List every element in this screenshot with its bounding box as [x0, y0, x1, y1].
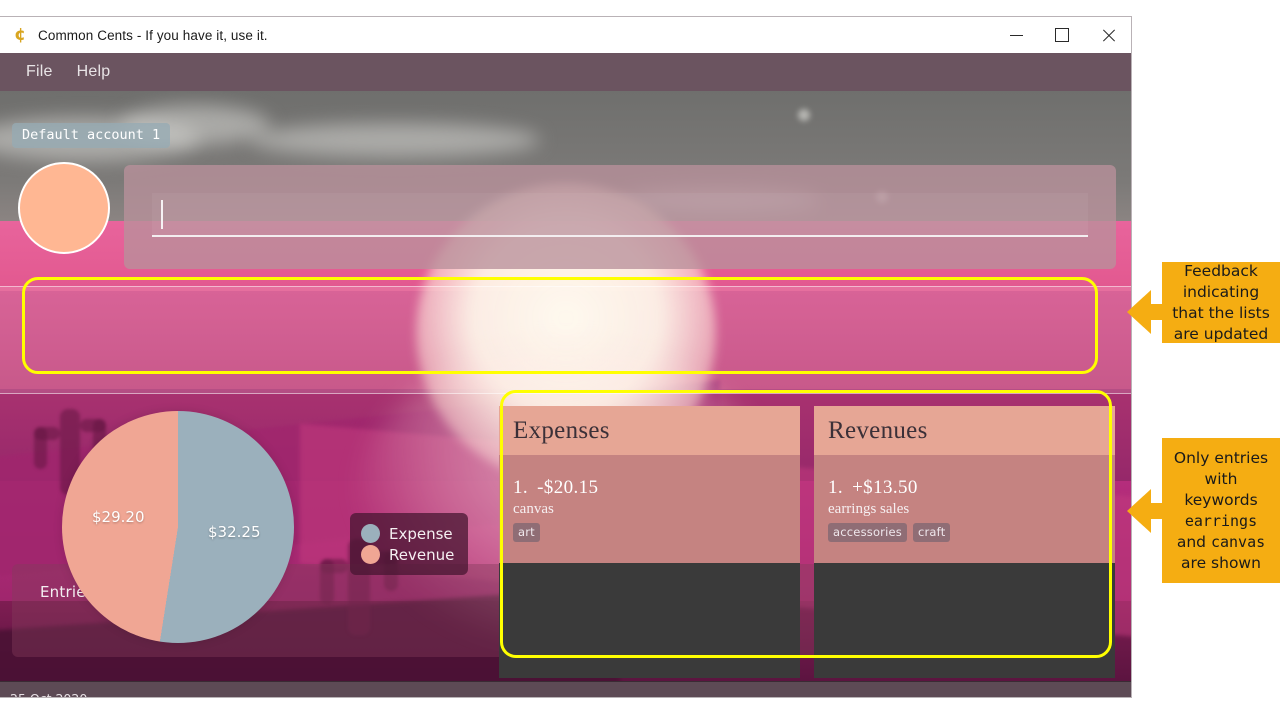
legend-item-expense: Expense [361, 524, 454, 543]
legend-swatch-expense-icon [361, 524, 380, 543]
avatar[interactable] [18, 162, 110, 254]
expenses-entry-row[interactable]: 1. -$20.15 canvas art [499, 455, 800, 563]
legend-label-expense: Expense [389, 524, 453, 543]
revenues-title: Revenues [828, 416, 928, 444]
status-bar: 25 Oct 2020 [0, 681, 1131, 697]
revenue-entry-tags: accessories craft [828, 523, 1115, 542]
status-date: 25 Oct 2020 [10, 691, 87, 698]
chart-legend: Expense Revenue [350, 513, 469, 575]
expense-entry-tags: art [513, 523, 800, 542]
cloud-shape [250, 123, 540, 157]
expense-entry-index: 1. [513, 477, 529, 498]
minimize-button[interactable] [993, 17, 1039, 53]
menu-item-help[interactable]: Help [65, 60, 123, 84]
expenses-title: Expenses [513, 416, 610, 444]
callout-feedback-line-2: indicating [1182, 282, 1260, 301]
callout-filter-keyword-earrings: earrings [1184, 511, 1258, 530]
maximize-icon [1055, 28, 1069, 42]
callout-filter-line-4: and canvas [1177, 532, 1265, 553]
callout-filter-keyword-canvas: canvas [1210, 532, 1266, 551]
star-dot-icon [798, 109, 810, 121]
revenue-entry-description: earrings sales [828, 501, 910, 517]
menu-bar: File Help [0, 53, 1131, 91]
expenses-list: Expenses 1. -$20.15 canvas art [499, 406, 800, 678]
account-tab[interactable]: Default account 1 [12, 123, 171, 148]
tag-chip[interactable]: art [513, 523, 540, 542]
revenues-list: Revenues 1. +$13.50 earrings sales access… [814, 406, 1115, 678]
pie-slice-label-revenue: $29.20 [92, 508, 145, 526]
entry-input-panel [124, 165, 1116, 269]
expenses-header: Expenses [499, 406, 800, 455]
revenues-entry-row[interactable]: 1. +$13.50 earrings sales accessories cra… [814, 455, 1115, 563]
callout-feedback-line-1: Feedback [1184, 261, 1258, 280]
close-icon [1101, 28, 1116, 43]
revenue-entry-index: 1. [828, 477, 844, 498]
maximize-button[interactable] [1039, 17, 1085, 53]
revenue-entry-amount-line: 1. +$13.50 [828, 477, 1115, 499]
expense-entry-amount: -$20.15 [537, 477, 599, 498]
legend-item-revenue: Revenue [361, 545, 454, 564]
callout-filter-line-5: are shown [1181, 553, 1261, 572]
minimize-icon [1009, 34, 1023, 36]
entry-input[interactable] [152, 193, 1088, 237]
title-bar: ¢ Common Cents - If you have it, use it. [0, 17, 1131, 54]
legend-label-revenue: Revenue [389, 545, 455, 564]
window-controls [993, 17, 1131, 53]
summary-section: $32.25 $29.20 Expense Revenue Expenses 1… [0, 396, 1131, 681]
pie-chart: $32.25 $29.20 [62, 411, 294, 643]
tag-chip[interactable]: accessories [828, 523, 907, 542]
revenues-header: Revenues [814, 406, 1115, 455]
callout-filter: Only entries with keywords earrings and … [1162, 438, 1280, 583]
tag-chip[interactable]: craft [912, 523, 951, 542]
entry-lists: Expenses 1. -$20.15 canvas art Revenues … [499, 406, 1115, 678]
callout-filter-line-1: Only entries [1173, 448, 1269, 467]
app-window: ¢ Common Cents - If you have it, use it.… [0, 17, 1131, 697]
text-caret [161, 200, 163, 229]
screenshot-root: ¢ Common Cents - If you have it, use it.… [0, 0, 1280, 720]
pie-slice-label-expense: $32.25 [208, 523, 261, 541]
callout-feedback-line-4: are updated [1173, 324, 1269, 343]
legend-swatch-revenue-icon [361, 545, 380, 564]
expense-entry-description: canvas [513, 501, 554, 517]
close-button[interactable] [1085, 17, 1131, 53]
cent-symbol-icon: ¢ [14, 25, 26, 45]
menu-item-file[interactable]: File [14, 60, 65, 84]
callout-filter-and: and [1176, 532, 1211, 551]
revenue-entry-amount: +$13.50 [852, 477, 918, 498]
callout-feedback-line-3: that the lists [1172, 303, 1270, 322]
feedback-section: Entries updated! [0, 286, 1131, 657]
window-title: Common Cents - If you have it, use it. [38, 27, 268, 43]
callout-filter-line-3: keywords [1184, 490, 1258, 509]
callout-feedback: Feedback indicating that the lists are u… [1162, 262, 1280, 343]
callout-filter-line-2: with [1204, 469, 1238, 488]
expense-entry-amount-line: 1. -$20.15 [513, 477, 800, 499]
